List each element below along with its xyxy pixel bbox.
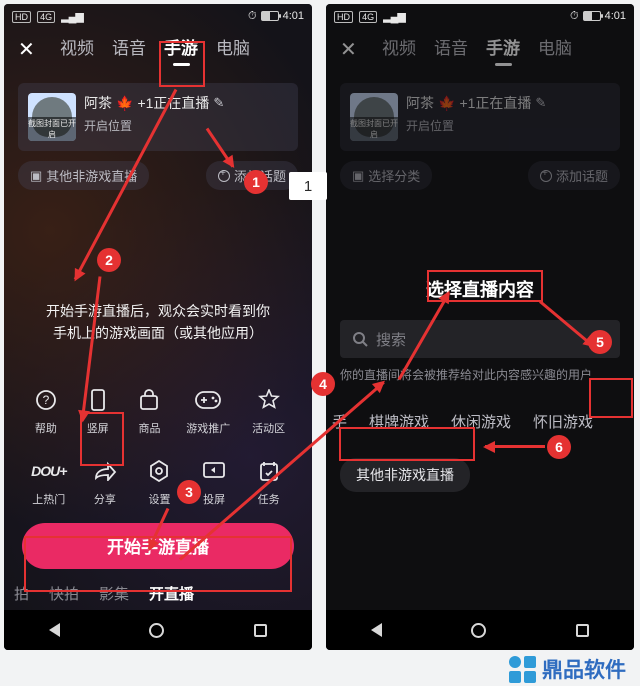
- phone-left: HD 4G ▂▄▆ ⏱ 4:01 ✕ 视频 语音 手游 电脑 截图封面已开启: [4, 4, 312, 650]
- btab-live[interactable]: 开直播: [149, 583, 194, 604]
- num-4: 4: [311, 372, 335, 396]
- num-6: 6: [547, 435, 571, 459]
- activity-button[interactable]: 活动区: [252, 385, 285, 436]
- stream-title-name: 阿茶: [84, 93, 112, 113]
- cover-thumbnail[interactable]: 截图封面已开启: [350, 93, 398, 141]
- nav-home-icon[interactable]: [149, 623, 164, 638]
- close-icon[interactable]: ✕: [18, 37, 38, 62]
- tab-pc[interactable]: 电脑: [216, 34, 250, 65]
- cast-button[interactable]: 投屏: [199, 456, 229, 507]
- stream-title-card[interactable]: 截图封面已开启 阿茶 🍁 +1正在直播 ✎ 开启位置: [18, 83, 298, 151]
- btab-shoot[interactable]: 拍: [14, 583, 29, 604]
- tab-video[interactable]: 视频: [60, 34, 94, 65]
- cover-thumbnail[interactable]: 截图封面已开启: [28, 93, 76, 141]
- nav-recent-icon[interactable]: [576, 624, 589, 637]
- android-nav: [4, 610, 312, 650]
- game-promo-button[interactable]: 游戏推广: [186, 385, 230, 436]
- maple-leaf-icon: 🍁: [116, 95, 133, 112]
- tab-mobile-game[interactable]: 手游: [164, 34, 198, 65]
- num-2: 2: [97, 248, 121, 272]
- num-1: 1: [244, 170, 268, 194]
- non-game-stream-chip[interactable]: 其他非游戏直播: [340, 458, 470, 492]
- tab-audio[interactable]: 语音: [112, 34, 146, 65]
- search-icon: [352, 331, 368, 347]
- status-bar: HD 4G ▂▄▆ ⏱ 4:01: [326, 4, 634, 28]
- settings-button[interactable]: 设置: [144, 456, 174, 507]
- arrow-6: [485, 445, 545, 448]
- tab-video[interactable]: 视频: [382, 34, 416, 65]
- dou-plus-button[interactable]: DOU+上热门: [32, 456, 65, 507]
- android-nav: [326, 610, 634, 650]
- tab-mobile-game[interactable]: 手游: [486, 34, 520, 65]
- genre-tabs: 手 棋牌游戏 休闲游戏 怀旧游戏 其他: [326, 411, 634, 432]
- nav-recent-icon[interactable]: [254, 624, 267, 637]
- tool-row-1: ?帮助 竖屏 商品 游戏推广 活动区: [4, 385, 312, 436]
- status-bar: HD 4G ▂▄▆ ⏱ 4:01: [4, 4, 312, 28]
- btab-quick[interactable]: 快拍: [49, 583, 79, 604]
- svg-text:?: ?: [43, 393, 50, 407]
- bottom-mode-tabs: 拍 快拍 影集 开直播: [4, 583, 312, 604]
- edit-title-icon[interactable]: ✎: [213, 95, 224, 111]
- edit-title-icon[interactable]: ✎: [535, 95, 546, 111]
- btab-album[interactable]: 影集: [99, 583, 129, 604]
- mode-tabs: 视频 语音 手游 电脑: [382, 34, 572, 65]
- mode-tabs: 视频 语音 手游 电脑: [60, 34, 250, 65]
- num-3: 3: [177, 480, 201, 504]
- phone-right: HD 4G ▂▄▆ ⏱ 4:01 ✕ 视频 语音 手游 电脑 截图封面已开启: [326, 4, 634, 650]
- add-topic-button[interactable]: 添加话题: [528, 161, 620, 190]
- sheet-title: 选择直播内容: [326, 276, 634, 302]
- watermark: 鼎品软件: [509, 654, 626, 684]
- nav-back-icon[interactable]: [49, 623, 60, 637]
- tab-pc[interactable]: 电脑: [538, 34, 572, 65]
- stream-title-card[interactable]: 截图封面已开启 阿茶🍁 +1正在直播 ✎ 开启位置: [340, 83, 620, 151]
- tab-audio[interactable]: 语音: [434, 34, 468, 65]
- help-button[interactable]: ?帮助: [31, 385, 61, 436]
- nav-back-icon[interactable]: [371, 623, 382, 637]
- tip-text: 开始手游直播后，观众会实时看到你 手机上的游戏画面（或其他应用）: [4, 300, 312, 345]
- share-button[interactable]: 分享: [90, 456, 120, 507]
- search-input[interactable]: 搜索: [340, 320, 620, 358]
- genre-tab-board[interactable]: 棋牌游戏: [369, 411, 429, 432]
- num-5: 5: [588, 330, 612, 354]
- nav-home-icon[interactable]: [471, 623, 486, 638]
- genre-tab-casual[interactable]: 休闲游戏: [451, 411, 511, 432]
- shop-button[interactable]: 商品: [134, 385, 164, 436]
- genre-tab-retro[interactable]: 怀旧游戏: [533, 411, 593, 432]
- category-select[interactable]: ▣ 选择分类: [340, 161, 432, 190]
- step-label-1: 1: [289, 172, 327, 200]
- close-icon[interactable]: ✕: [340, 37, 360, 62]
